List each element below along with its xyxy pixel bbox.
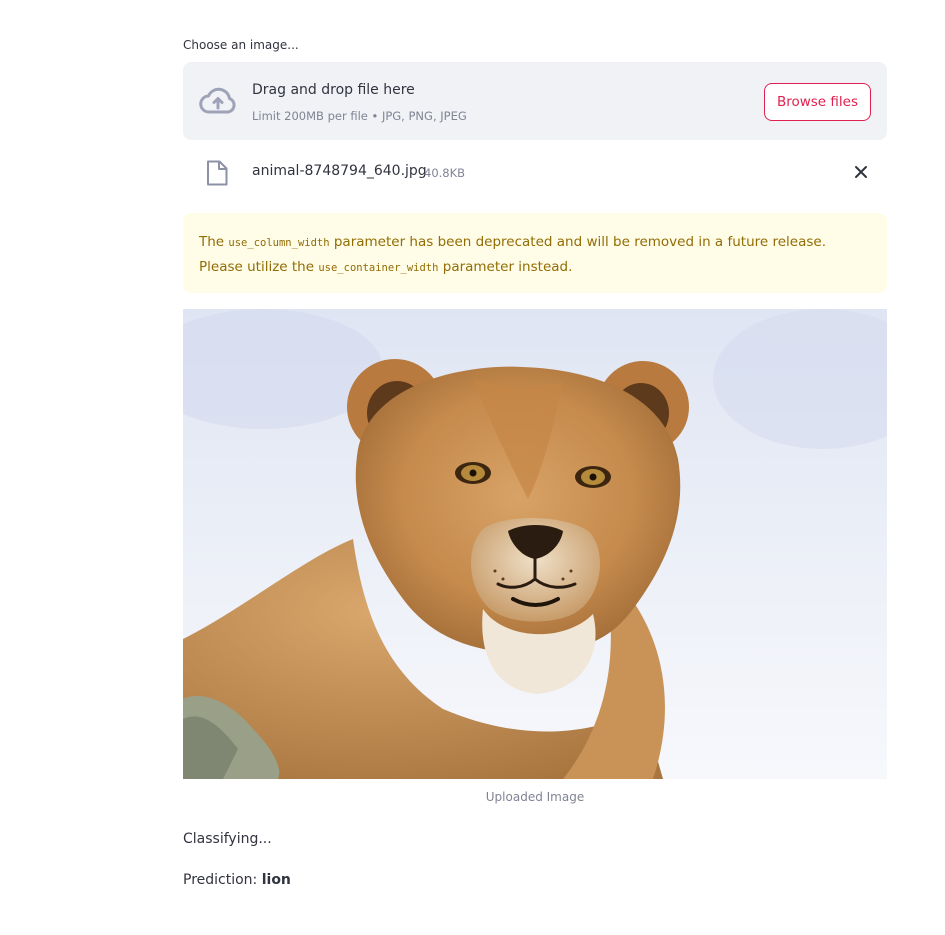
dropzone-title: Drag and drop file here [252, 82, 415, 98]
browse-files-button[interactable]: Browse files [763, 83, 871, 121]
warning-text: parameter instead. [438, 259, 573, 275]
file-icon [207, 160, 228, 186]
uploaded-file-name: animal-8748794_640.jpg [252, 163, 427, 179]
uploaded-file-size: 40.8KB [424, 166, 466, 180]
warning-code: use_container_width [318, 262, 439, 274]
uploaded-image [183, 309, 887, 779]
warning-text: The [199, 234, 229, 250]
warning-code: use_column_width [228, 237, 330, 249]
image-caption: Uploaded Image [485, 790, 585, 804]
prediction-label: Prediction: [183, 872, 262, 888]
deprecation-warning: The use_column_width parameter has been … [183, 213, 887, 293]
close-icon[interactable] [851, 162, 871, 182]
prediction-result: Prediction: lion [183, 872, 291, 888]
cloud-upload-icon [199, 87, 236, 114]
file-uploader-label: Choose an image... [183, 38, 299, 52]
uploaded-file-row: animal-8748794_640.jpg 40.8KB [183, 150, 887, 194]
prediction-value: lion [261, 872, 291, 888]
file-dropzone[interactable]: Drag and drop file here Limit 200MB per … [183, 62, 887, 140]
lion-photo [183, 309, 887, 779]
classification-status: Classifying... [183, 831, 272, 847]
dropzone-limit-text: Limit 200MB per file • JPG, PNG, JPEG [252, 109, 467, 123]
